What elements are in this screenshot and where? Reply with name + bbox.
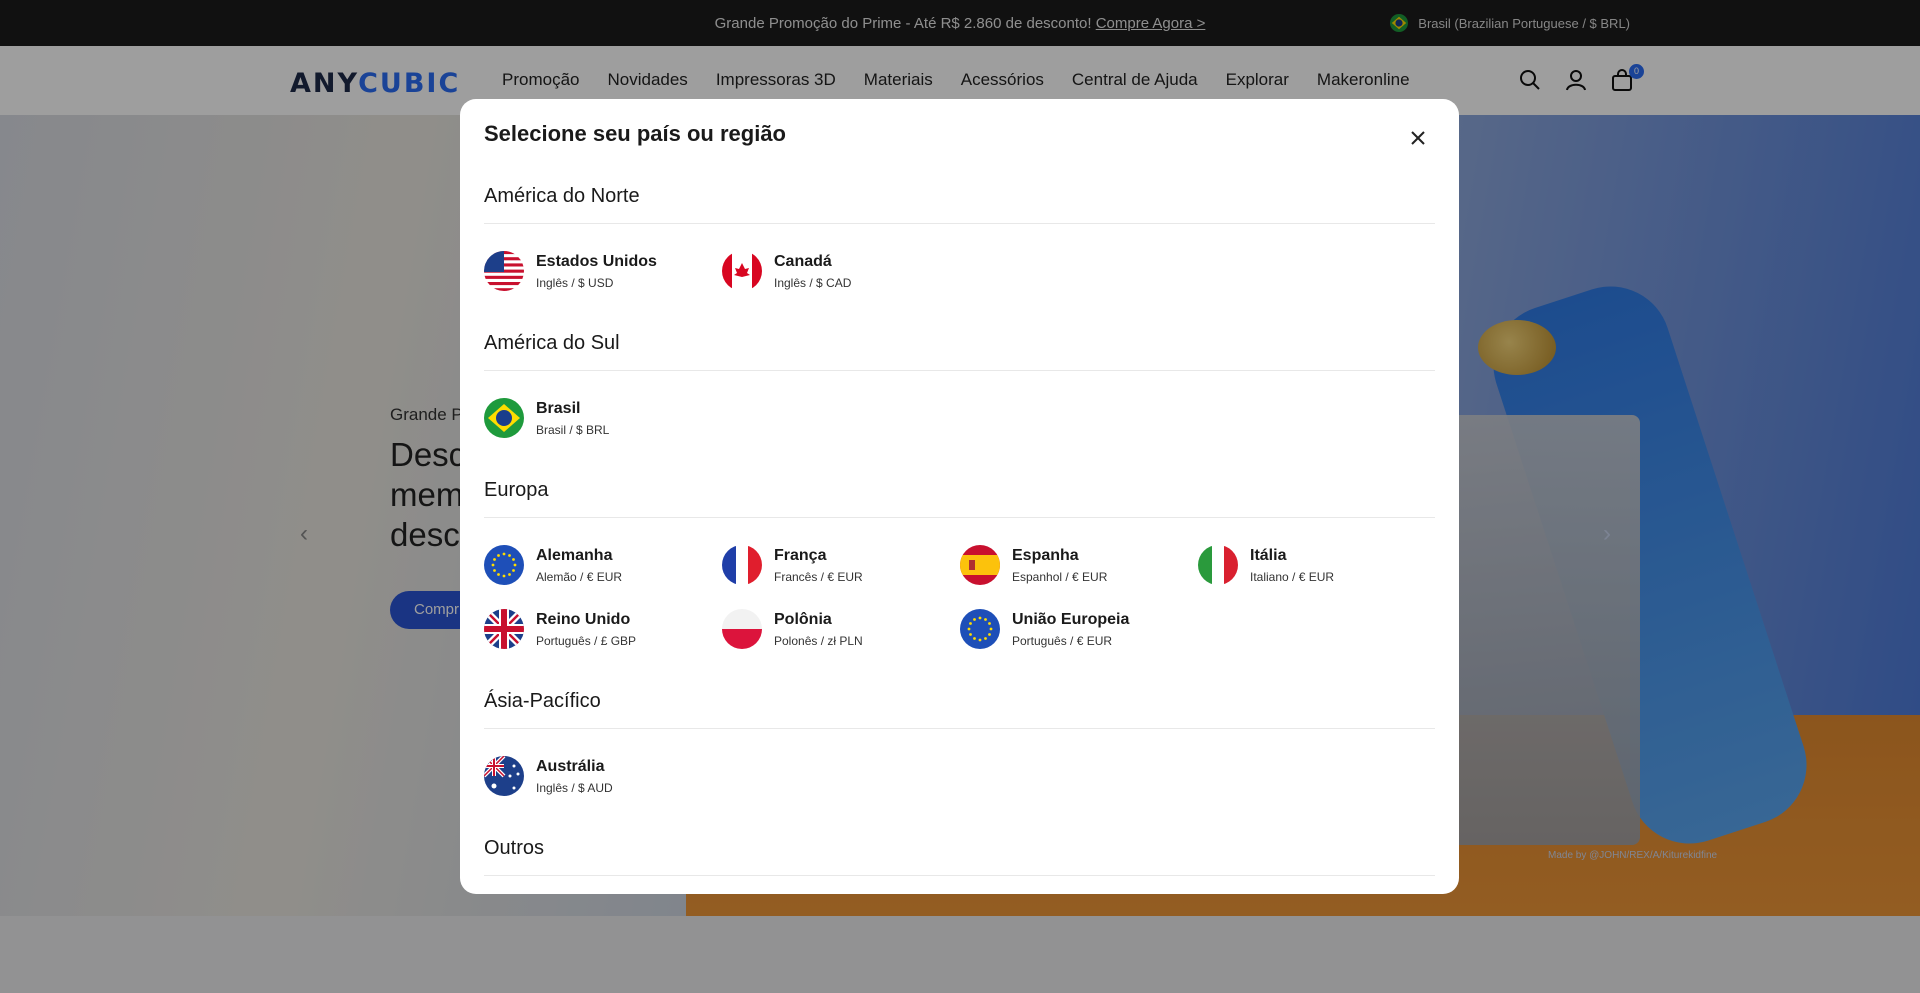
country-name: União Europeia: [1012, 610, 1130, 628]
country-option-australia[interactable]: Austrália Inglês / $ AUD: [484, 754, 722, 798]
country-name: França: [774, 546, 827, 564]
poland-flag-icon: [722, 609, 762, 649]
country-info: Inglês / $ AUD: [536, 780, 613, 795]
divider: [484, 728, 1435, 729]
country-info: Brasil / $ BRL: [536, 422, 610, 437]
canada-flag-icon: [722, 251, 762, 291]
country-info: Francês / € EUR: [774, 569, 863, 584]
country-selector-modal: Selecione seu país ou região América do …: [460, 99, 1459, 894]
country-option-germany[interactable]: Alemanha Alemão / € EUR: [484, 543, 722, 587]
brazil-flag-icon: [484, 398, 524, 438]
divider: [484, 223, 1435, 224]
uk-flag-icon: [484, 609, 524, 649]
section-title-others: Outros: [484, 837, 545, 859]
country-option-italy[interactable]: Itália Italiano / € EUR: [1198, 543, 1436, 587]
country-option-france[interactable]: França Francês / € EUR: [722, 543, 960, 587]
divider: [484, 517, 1435, 518]
country-name: Austrália: [536, 757, 605, 775]
country-info: Italiano / € EUR: [1250, 569, 1335, 584]
close-icon[interactable]: [1407, 127, 1429, 149]
spain-flag-icon: [960, 545, 1000, 585]
country-name: Estados Unidos: [536, 252, 657, 270]
country-name: Itália: [1250, 546, 1287, 564]
section-title-north-america: América do Norte: [484, 185, 640, 207]
country-info: Espanhol / € EUR: [1012, 569, 1108, 584]
country-name: Canadá: [774, 252, 832, 270]
country-option-european-union[interactable]: União Europeia Português / € EUR: [960, 607, 1198, 651]
us-flag-icon: [484, 251, 524, 291]
country-name: Alemanha: [536, 546, 613, 564]
country-info: Inglês / $ CAD: [774, 275, 852, 290]
country-info: Português / € EUR: [1012, 633, 1113, 648]
country-name: Brasil: [536, 399, 581, 417]
country-name: Polônia: [774, 610, 832, 628]
section-title-south-america: América do Sul: [484, 332, 620, 354]
australia-flag-icon: [484, 756, 524, 796]
modal-title: Selecione seu país ou região: [484, 121, 786, 146]
country-info: Inglês / $ USD: [536, 275, 614, 290]
divider: [484, 370, 1435, 371]
country-info: Português / £ GBP: [536, 633, 637, 648]
section-title-europe: Europa: [484, 479, 549, 501]
country-option-spain[interactable]: Espanha Espanhol / € EUR: [960, 543, 1198, 587]
france-flag-icon: [722, 545, 762, 585]
country-option-canada[interactable]: Canadá Inglês / $ CAD: [722, 249, 960, 293]
country-option-brazil[interactable]: Brasil Brasil / $ BRL: [484, 396, 722, 440]
country-info: Alemão / € EUR: [536, 569, 623, 584]
country-name: Reino Unido: [536, 610, 631, 628]
divider: [484, 875, 1435, 876]
eu-flag-icon: [484, 545, 524, 585]
country-option-uk[interactable]: Reino Unido Português / £ GBP: [484, 607, 722, 651]
country-info: Polonês / zł PLN: [774, 633, 863, 648]
italy-flag-icon: [1198, 545, 1238, 585]
eu-flag-icon: [960, 609, 1000, 649]
section-title-asia-pacific: Ásia-Pacífico: [484, 690, 601, 712]
country-option-us[interactable]: Estados Unidos Inglês / $ USD: [484, 249, 722, 293]
country-option-poland[interactable]: Polônia Polonês / zł PLN: [722, 607, 960, 651]
country-name: Espanha: [1012, 546, 1079, 564]
